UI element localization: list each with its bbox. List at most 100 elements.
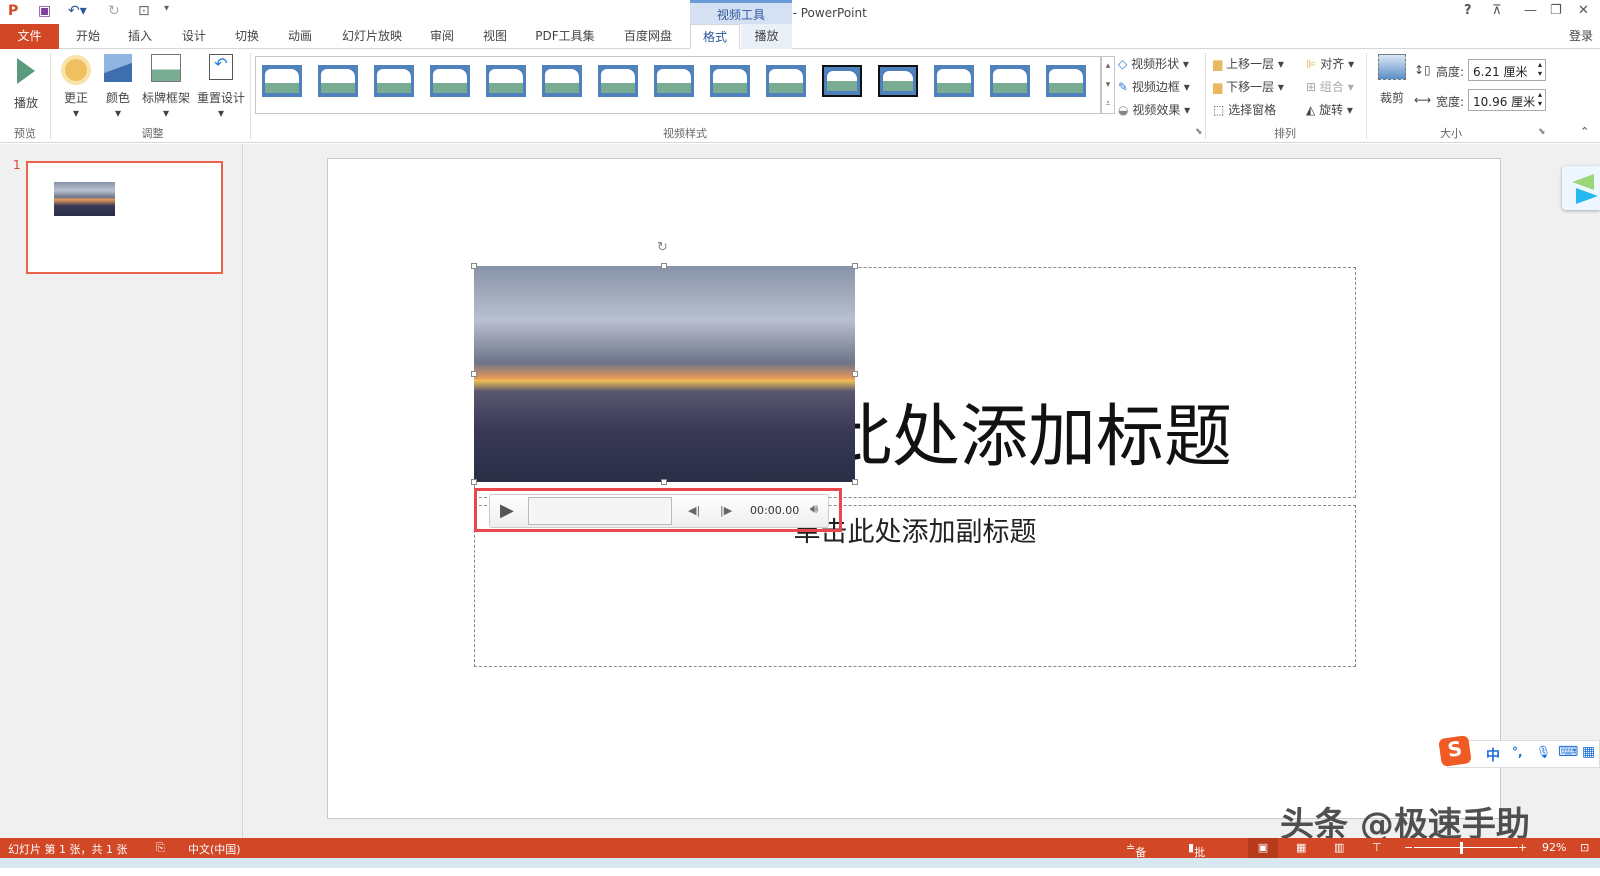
ime-menu-icon[interactable]: ▦ [1582, 744, 1595, 760]
tab-playback[interactable]: 播放 [741, 24, 792, 49]
corrections-label: 更正 [63, 91, 88, 105]
volume-icon[interactable]: 🔊︎ [810, 502, 818, 517]
video-style-thumbnail[interactable] [318, 65, 358, 97]
video-style-thumbnail[interactable] [766, 65, 806, 97]
width-input[interactable]: 10.96 厘米 ▴ ▾ [1468, 89, 1546, 111]
resize-handle[interactable] [852, 479, 858, 485]
height-input[interactable]: 6.21 厘米 ▴ ▾ [1468, 59, 1546, 81]
video-style-thumbnail[interactable] [654, 65, 694, 97]
tab-pdf-tools[interactable]: PDF工具集 [530, 24, 600, 49]
collapse-ribbon-icon[interactable]: ⌃ [1580, 125, 1589, 138]
zoom-slider-thumb[interactable] [1460, 842, 1463, 854]
seek-bar[interactable] [528, 497, 672, 525]
normal-view-button[interactable]: ▣ [1248, 838, 1278, 858]
language-indicator[interactable]: 中文(中国) [188, 841, 241, 857]
keyboard-icon[interactable]: ⌨ [1558, 744, 1578, 760]
zoom-out-button[interactable]: − [1404, 841, 1413, 854]
rotate-handle-icon[interactable]: ↻ [657, 240, 668, 255]
selection-pane-button[interactable]: ⬚ 选择窗格 [1213, 101, 1276, 118]
zoom-level[interactable]: 92% [1542, 841, 1566, 854]
microphone-icon[interactable]: 🎙︎ [1536, 745, 1551, 759]
sogou-logo-icon[interactable]: S [1438, 735, 1472, 767]
tab-insert[interactable]: 插入 [120, 24, 160, 49]
tab-home[interactable]: 开始 [68, 24, 108, 49]
help-icon[interactable]: ? [1464, 3, 1472, 18]
tab-transitions[interactable]: 切换 [227, 24, 267, 49]
play-button[interactable]: 播放 [8, 54, 44, 111]
notes-button[interactable]: ≐ 备注 [1126, 841, 1146, 875]
tab-baidu-netdisk[interactable]: 百度网盘 [616, 24, 680, 49]
tab-slideshow[interactable]: 幻灯片放映 [336, 24, 408, 49]
resize-handle[interactable] [471, 479, 477, 485]
gallery-scroll[interactable]: ▴ ▾ ⩡ [1101, 56, 1115, 114]
video-shape-button[interactable]: ◇ 视频形状 ▾ [1118, 55, 1189, 72]
group-button[interactable]: ⊞ 组合 ▾ [1306, 78, 1354, 95]
video-style-thumbnail[interactable] [1046, 65, 1086, 97]
tab-view[interactable]: 视图 [475, 24, 515, 49]
bring-forward-button[interactable]: ▆ 上移一层 ▾ [1213, 55, 1284, 72]
slideshow-button[interactable]: ⊤ [1372, 841, 1382, 854]
video-style-thumbnail[interactable] [374, 65, 414, 97]
step-back-button[interactable]: ◀| [688, 504, 700, 517]
fit-to-window-icon[interactable]: ⊡ [1580, 841, 1589, 854]
tab-design[interactable]: 设计 [174, 24, 214, 49]
poster-frame-button[interactable]: 标牌框架 ▾ [140, 54, 192, 120]
slide-sorter-button[interactable]: ▦ [1296, 841, 1306, 854]
tab-review[interactable]: 审阅 [422, 24, 462, 49]
zoom-slider[interactable] [1414, 847, 1518, 848]
crop-button[interactable]: 裁剪 [1372, 54, 1412, 106]
video-style-thumbnail[interactable] [430, 65, 470, 97]
resize-handle[interactable] [852, 371, 858, 377]
resize-handle[interactable] [471, 263, 477, 269]
step-forward-button[interactable]: |▶ [720, 504, 732, 517]
restore-icon[interactable]: ❐ [1550, 3, 1562, 18]
login-link[interactable]: 登录 [1562, 24, 1600, 49]
send-backward-button[interactable]: ▆ 下移一层 ▾ [1213, 78, 1284, 95]
resize-handle[interactable] [852, 263, 858, 269]
spell-check-icon[interactable]: ⎘ [156, 841, 165, 855]
video-style-thumbnail[interactable] [878, 65, 918, 97]
close-icon[interactable]: ✕ [1578, 3, 1589, 18]
video-style-thumbnail[interactable] [710, 65, 750, 97]
video-style-thumbnail[interactable] [486, 65, 526, 97]
resize-handle[interactable] [661, 479, 667, 485]
video-border-button[interactable]: ✎ 视频边框 ▾ [1118, 78, 1190, 95]
video-style-thumbnail[interactable] [934, 65, 974, 97]
height-spinner[interactable]: ▴ ▾ [1538, 60, 1542, 78]
align-button[interactable]: ⊫ 对齐 ▾ [1306, 55, 1354, 72]
video-style-thumbnail[interactable] [990, 65, 1030, 97]
scroll-down-icon[interactable]: ▾ [1102, 76, 1114, 95]
ribbon: 播放 预览 更正 ▾ 颜色 ▾ 标牌框架 ▾ ↶ 重置设计 ▾ 调整 ▴ ▾ ⩡ 视频样式 … [0, 49, 1600, 143]
ribbon-display-options-icon[interactable]: ⊼ [1492, 3, 1502, 18]
reset-design-button[interactable]: ↶ 重置设计 ▾ [194, 54, 248, 120]
video-effects-button[interactable]: ◒ 视频效果 ▾ [1118, 101, 1190, 118]
tab-animations[interactable]: 动画 [280, 24, 320, 49]
tab-format[interactable]: 格式 [690, 24, 740, 49]
gallery-more-icon[interactable]: ⩡ [1102, 95, 1114, 114]
rotate-button[interactable]: ◭ 旋转 ▾ [1306, 101, 1353, 118]
ime-punctuation-toggle[interactable]: °, [1512, 745, 1523, 759]
video-styles-gallery[interactable] [255, 56, 1101, 114]
resize-handle[interactable] [661, 263, 667, 269]
tab-file[interactable]: 文件 [0, 24, 59, 49]
size-dialog-launcher-icon[interactable]: ⬊ [1538, 127, 1546, 137]
width-spinner[interactable]: ▴ ▾ [1538, 90, 1542, 108]
reading-view-button[interactable]: ▥ [1334, 841, 1344, 854]
minimize-icon[interactable]: — [1524, 3, 1537, 18]
comments-button[interactable]: ▮ 批注 [1188, 841, 1205, 875]
video-object[interactable] [474, 266, 855, 482]
play-pause-button[interactable]: ▶ [500, 500, 514, 521]
color-button[interactable]: 颜色 ▾ [100, 54, 136, 120]
video-style-thumbnail[interactable] [542, 65, 582, 97]
sidebar-assistant-icon[interactable] [1562, 166, 1600, 210]
resize-handle[interactable] [471, 371, 477, 377]
scroll-up-icon[interactable]: ▴ [1102, 57, 1114, 76]
corrections-button[interactable]: 更正 ▾ [58, 54, 94, 120]
zoom-in-button[interactable]: + [1518, 841, 1527, 854]
video-style-thumbnail[interactable] [262, 65, 302, 97]
ime-mode-toggle[interactable]: 中 [1486, 745, 1500, 765]
video-style-thumbnail[interactable] [822, 65, 862, 97]
dialog-launcher-icon[interactable]: ⬊ [1195, 127, 1203, 137]
video-style-thumbnail[interactable] [598, 65, 638, 97]
slide-thumbnail[interactable] [26, 161, 223, 274]
